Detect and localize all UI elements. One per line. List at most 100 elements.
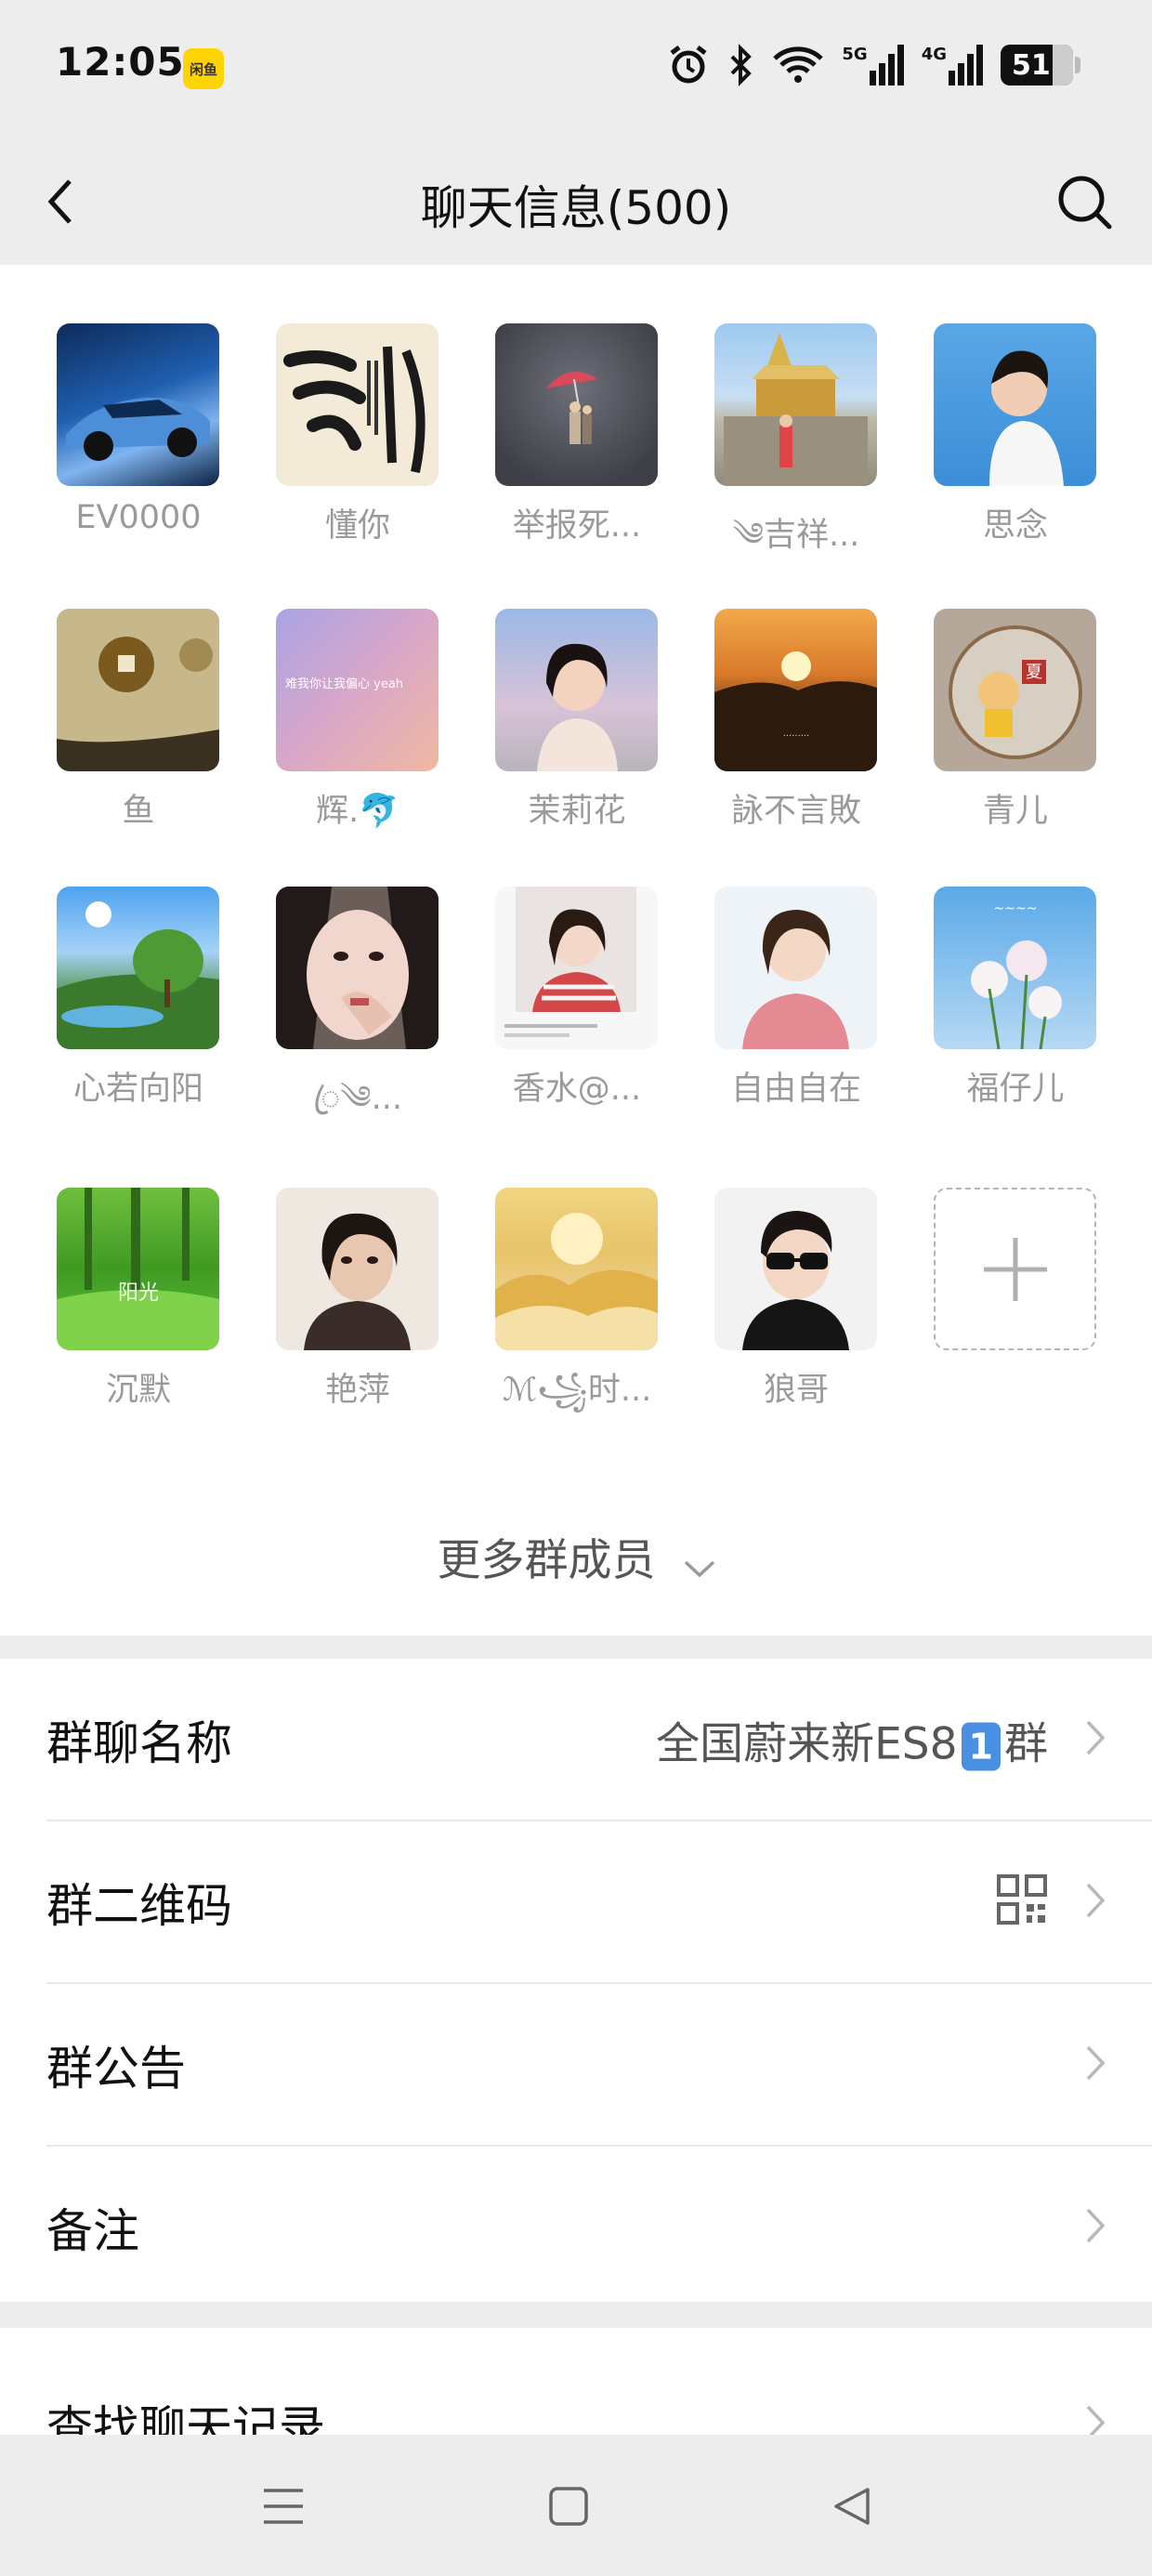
signal-bars-icon [949,45,983,85]
members-grid: EV0000 懂你 举报死... ༄吉祥... 思念 鱼 难我你让我偏心 yea… [0,265,1152,1636]
plus-icon [983,1237,1047,1301]
member-avatar: 难我你让我偏心 yeah [276,609,439,771]
member-avatar: ~~~~ [934,887,1096,1049]
member-item[interactable]: 自由自在 [714,887,877,1110]
member-item[interactable]: ꦿ༄... [276,887,439,1153]
member-name: 狼哥 [763,1372,829,1409]
member-name: 鱼 [122,793,155,830]
home-square-icon [549,2487,588,2526]
chevron-right-icon [1085,2207,1106,2248]
more-members-button[interactable]: 更多群成员 [0,1524,1152,1589]
member-item[interactable]: ༄吉祥... [714,323,877,590]
add-member-button[interactable] [934,1188,1096,1350]
member-item[interactable]: EV0000 [57,323,219,536]
member-item[interactable]: ℳ꧁时... [495,1188,658,1431]
member-name: 思念 [982,507,1048,545]
member-item[interactable]: 懂你 [276,323,439,546]
member-item[interactable]: 举报死... [495,323,658,546]
member-name: 举报死... [512,507,642,545]
member-name: 心若向阳 [72,1071,203,1108]
chevron-down-icon [684,1538,715,1589]
signal-bars-icon [869,45,904,85]
member-avatar [495,323,658,486]
system-navigation-bar [0,2435,1152,2576]
group-name-label: 群聊名称 [46,1715,232,1770]
member-item[interactable]: 阳光 沉默 [57,1188,219,1411]
member-avatar [714,887,877,1049]
member-name: 辉.🐬 [316,793,399,830]
group-name-value: 全国蔚来新ES8 1 群 [656,1707,1048,1771]
member-name: 青儿 [982,793,1048,830]
chevron-right-icon [1085,1882,1106,1923]
member-name: 詠不言敗 [730,793,861,830]
member-name: 懂你 [324,507,390,545]
search-icon [1058,176,1112,230]
member-name: 香水@... [512,1071,642,1108]
member-item[interactable]: 茉莉花 [495,609,658,832]
svg-text:夏: 夏 [1026,663,1042,682]
add-member-tile[interactable] [934,1188,1096,1350]
search-history-row[interactable]: 查找聊天记录 [46,2328,1152,2435]
member-avatar [714,323,877,486]
svg-text:~~~~: ~~~~ [994,901,1038,916]
member-name: 沉默 [105,1372,171,1409]
menu-icon [264,2489,303,2524]
remark-label: 备注 [46,2203,139,2258]
search-button[interactable] [1048,165,1122,240]
member-name: ꦿ༄... [313,1080,402,1117]
member-item[interactable]: ········· 詠不言敗 [714,609,877,832]
triangle-back-icon [834,2488,870,2525]
member-item[interactable]: 心若向阳 [57,887,219,1110]
member-item[interactable]: 艳萍 [276,1188,439,1411]
member-name: EV0000 [75,499,202,536]
group-settings: 群聊名称 全国蔚来新ES8 1 群 群二维码 群公告 备注 [0,1659,1152,2302]
navigation-bar: 聊天信息(500) [0,139,1152,265]
member-name: 茉莉花 [528,793,626,830]
qr-code-row[interactable]: 群二维码 [46,1821,1152,1984]
svg-text:·········: ········· [783,731,810,742]
signal-4g-label: 4G [921,45,947,64]
member-avatar [495,887,658,1049]
qr-code-label: 群二维码 [46,1878,232,1933]
member-avatar: 夏 [934,609,1096,771]
menu-key[interactable] [251,2474,316,2539]
member-avatar [57,609,219,771]
member-avatar: ········· [714,609,877,771]
svg-text:阳光: 阳光 [118,1281,159,1305]
signal-5g-label: 5G [842,45,868,64]
member-item[interactable]: 狼哥 [714,1188,877,1411]
member-item[interactable]: 鱼 [57,609,219,832]
home-key[interactable] [536,2474,601,2539]
page-title: 聊天信息(500) [420,181,732,235]
member-item[interactable]: 思念 [934,323,1096,546]
member-avatar [276,1188,439,1350]
status-bar: 12:05 闲鱼 5G 4G 51 [0,0,1152,139]
member-item[interactable]: ~~~~ 福仔儿 [934,887,1096,1110]
member-avatar [934,323,1096,486]
battery-level: 51 [1012,48,1051,82]
member-avatar [495,1188,658,1350]
status-icons: 5G 4G 51 [667,37,1080,93]
member-avatar [276,323,439,486]
member-avatar [276,887,439,1049]
member-item[interactable]: 夏 青儿 [934,609,1096,832]
member-item[interactable]: 难我你让我偏心 yeah 辉.🐬 [276,609,439,832]
wifi-icon [773,46,824,83]
qr-code-icon [996,1873,1048,1937]
group-name-prefix: 全国蔚来新ES8 [656,1718,958,1769]
group-name-row[interactable]: 群聊名称 全国蔚来新ES8 1 群 [46,1659,1152,1821]
group-notice-label: 群公告 [46,2041,186,2096]
alarm-icon [670,46,707,84]
member-item[interactable]: 香水@... [495,887,658,1110]
chevron-right-icon [1085,2404,1106,2435]
chevron-right-icon [1085,1719,1106,1760]
member-name: 艳萍 [324,1372,390,1409]
member-name: ℳ꧁时... [502,1372,652,1409]
search-history-label: 查找聊天记录 [46,2400,325,2435]
history-settings: 查找聊天记录 [0,2328,1152,2435]
back-key[interactable] [819,2474,884,2539]
group-notice-row[interactable]: 群公告 [46,1984,1152,2147]
member-name: ༄吉祥... [732,517,860,554]
group-name-suffix: 群 [1004,1718,1048,1769]
remark-row[interactable]: 备注 [46,2147,1152,2307]
